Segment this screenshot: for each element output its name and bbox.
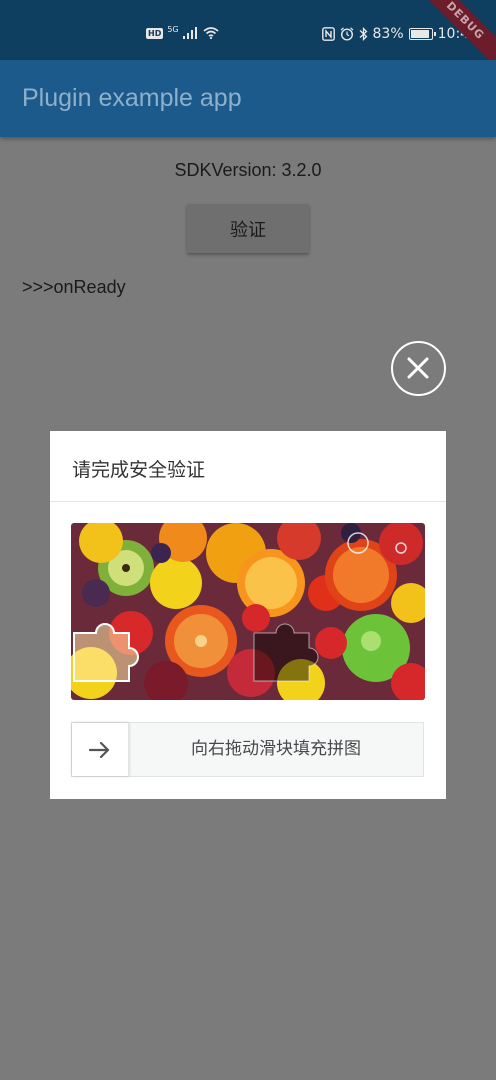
verify-button[interactable]: 验证	[187, 204, 309, 253]
status-right: 83% 10:43	[321, 26, 478, 42]
dialog-divider	[50, 501, 446, 502]
nfc-icon	[321, 27, 335, 41]
slider-track[interactable]: 向右拖动滑块填充拼图	[71, 722, 424, 777]
status-bar: HD 5G 83% 10:43 DEBUG	[0, 0, 496, 75]
network-type: 5G	[167, 24, 179, 34]
close-button[interactable]	[391, 341, 446, 396]
battery-percent: 83%	[372, 26, 404, 42]
app-title: Plugin example app	[22, 84, 242, 112]
app-bar: Plugin example app	[0, 60, 496, 137]
puzzle-image	[71, 523, 425, 700]
dialog-title: 请完成安全验证	[72, 459, 206, 481]
alarm-icon	[340, 27, 353, 41]
battery-fill	[410, 30, 429, 38]
slider-hint: 向右拖动滑块填充拼图	[191, 739, 361, 759]
status-indicators: HD 5G	[146, 24, 219, 39]
sdk-version-text: SDKVersion: 3.2.0	[174, 160, 322, 180]
bluetooth-icon	[359, 27, 367, 41]
slider-handle[interactable]	[72, 723, 129, 776]
signal-icon	[182, 27, 197, 39]
log-text: >>>onReady	[22, 277, 126, 297]
hd-badge: HD	[146, 27, 164, 39]
battery-icon	[408, 28, 436, 40]
arrow-right-icon	[89, 741, 110, 758]
close-icon	[407, 357, 429, 379]
captcha-dialog: 请完成安全验证 向右拖动滑块填充拼图	[50, 431, 446, 799]
wifi-icon	[203, 27, 219, 39]
